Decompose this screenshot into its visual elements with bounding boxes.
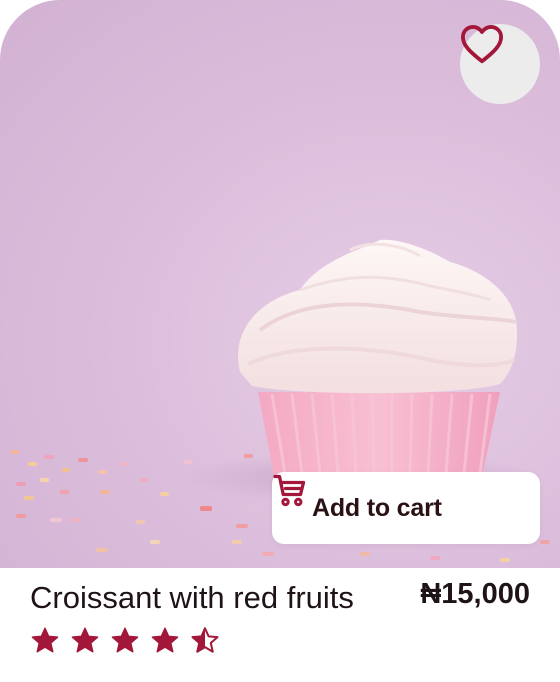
product-title: Croissant with red fruits — [30, 580, 354, 615]
star-half-icon — [191, 627, 219, 653]
star-full-icon — [71, 627, 99, 653]
add-to-cart-label: Add to cart — [312, 493, 442, 522]
add-to-cart-button[interactable]: Add to cart — [272, 472, 540, 544]
favorite-button[interactable] — [460, 24, 540, 104]
star-full-icon — [31, 627, 59, 653]
product-price: ₦15,000 — [420, 578, 530, 610]
product-card[interactable]: Add to cart Croissant with red fruits ₦1… — [0, 0, 560, 682]
heart-outline-icon — [461, 25, 504, 64]
star-full-icon — [151, 627, 179, 653]
star-full-icon — [111, 627, 139, 653]
rating-stars — [30, 625, 220, 657]
product-image: Add to cart — [0, 0, 560, 568]
